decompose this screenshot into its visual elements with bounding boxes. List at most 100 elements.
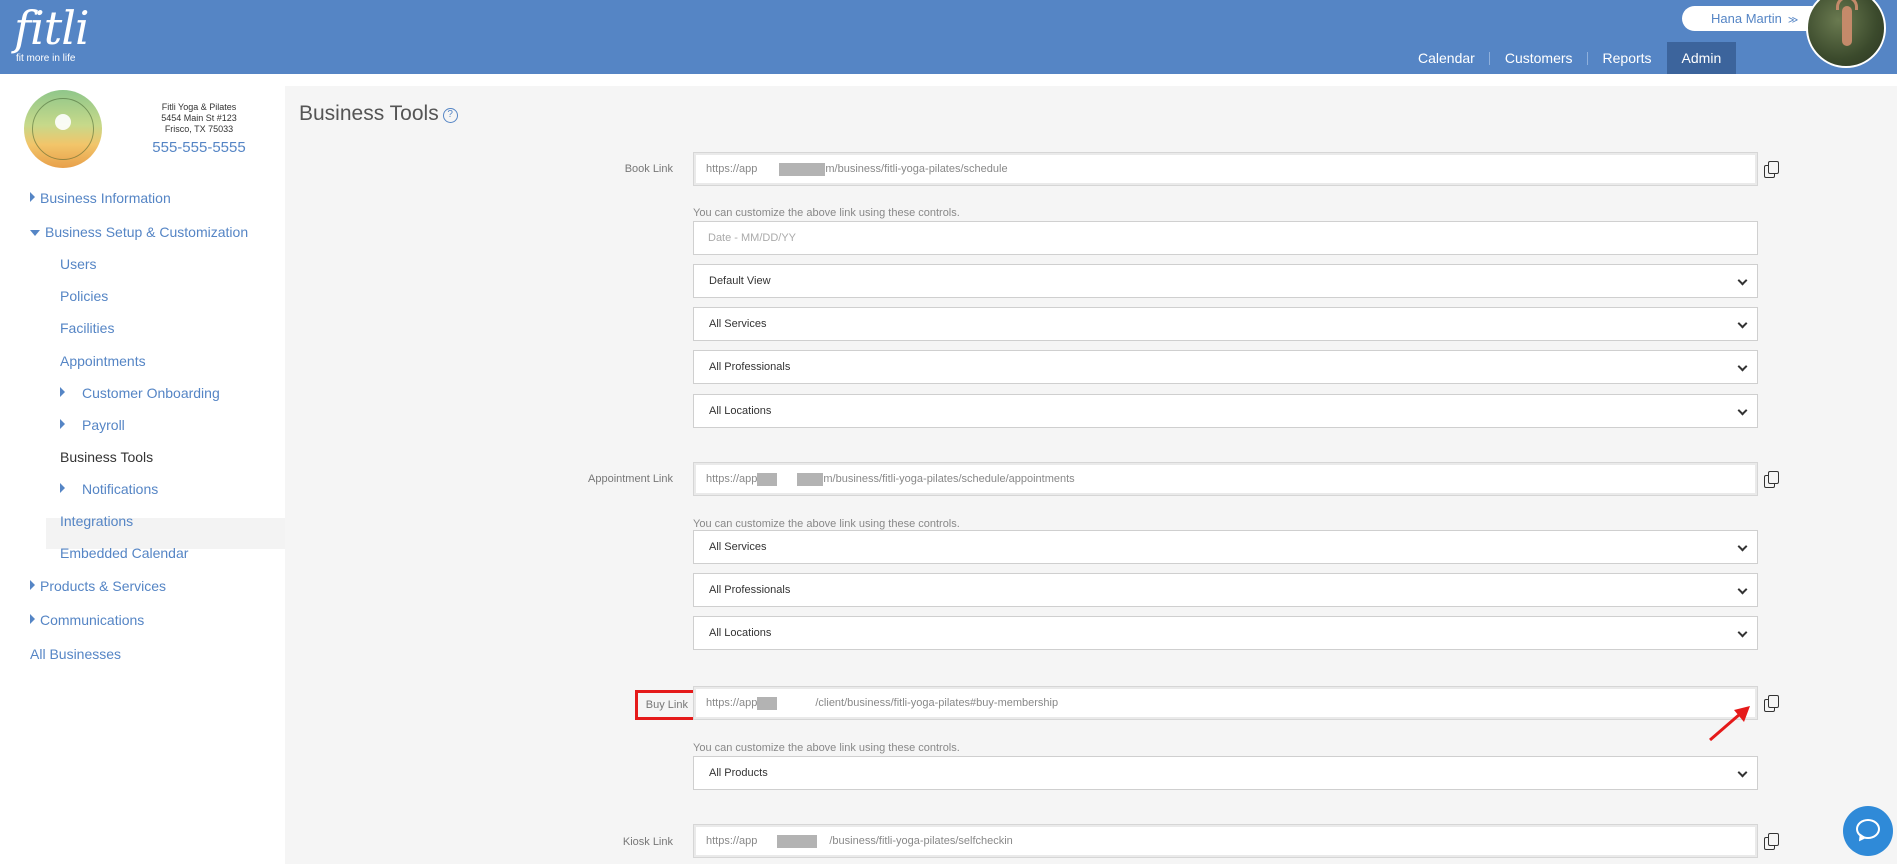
book-date-input[interactable]: Date - MM/DD/YY xyxy=(693,221,1758,255)
redacted-block xyxy=(757,472,778,486)
sidebar-item-label: Notifications xyxy=(82,481,159,497)
select-value: Default View xyxy=(709,275,771,287)
select-value: All Services xyxy=(709,318,767,330)
chevron-down-icon xyxy=(1737,275,1748,286)
sidebar-item-label: Business Setup & Customization xyxy=(45,224,249,240)
sidebar-item-label: Customer Onboarding xyxy=(82,385,220,401)
sidebar-item-notifications[interactable]: Notifications xyxy=(60,479,158,499)
redacted-block xyxy=(777,834,818,848)
url-prefix: https://app xyxy=(706,835,758,847)
copy-kiosk-link-icon[interactable] xyxy=(1764,833,1780,851)
appointment-locations-select[interactable]: All Locations xyxy=(693,616,1758,650)
chevron-down-icon xyxy=(1737,361,1748,372)
sidebar-item-policies[interactable]: Policies xyxy=(60,286,108,306)
nav-calendar[interactable]: Calendar xyxy=(1403,42,1490,74)
buy-link-label: Buy Link xyxy=(645,699,688,711)
book-services-select[interactable]: All Services xyxy=(693,307,1758,341)
sidebar-item-business-setup[interactable]: Business Setup & Customization xyxy=(30,222,248,242)
caret-right-icon xyxy=(60,387,65,397)
avatar[interactable] xyxy=(1806,0,1886,68)
fitli-logo[interactable]: fitli fit more in life xyxy=(14,1,90,64)
url-prefix: https://app xyxy=(706,697,758,709)
business-logo xyxy=(24,90,102,168)
redacted-block xyxy=(797,472,824,486)
sidebar-item-facilities[interactable]: Facilities xyxy=(60,318,114,338)
sidebar-item-payroll[interactable]: Payroll xyxy=(60,415,125,435)
nav-customers[interactable]: Customers xyxy=(1490,42,1588,74)
lotus-icon xyxy=(55,114,71,130)
chat-button[interactable] xyxy=(1843,806,1893,856)
page-title-text: Business Tools xyxy=(299,102,439,125)
user-name: Hana Martin xyxy=(1711,11,1782,26)
caret-right-icon xyxy=(30,614,35,624)
business-address-2: Frisco, TX 75033 xyxy=(164,124,234,134)
sidebar-item-integrations[interactable]: Integrations xyxy=(60,511,133,531)
select-value: All Locations xyxy=(709,627,772,639)
sidebar-item-business-tools[interactable]: Business Tools xyxy=(60,447,153,467)
caret-right-icon xyxy=(30,580,35,590)
red-arrow-icon xyxy=(1709,706,1750,742)
business-phone[interactable]: 555-555-5555 xyxy=(132,139,266,157)
appointment-professionals-select[interactable]: All Professionals xyxy=(693,573,1758,607)
appointment-services-select[interactable]: All Services xyxy=(693,530,1758,564)
select-value: All Services xyxy=(709,541,767,553)
caret-right-icon xyxy=(30,192,35,202)
help-icon[interactable]: ? xyxy=(442,108,458,123)
sidebar-item-appointments[interactable]: Appointments xyxy=(60,351,146,371)
user-menu[interactable]: Hana Martin ≫ xyxy=(1682,6,1822,31)
sidebar-item-products-services[interactable]: Products & Services xyxy=(30,576,166,596)
url-suffix: /business/fitli-yoga-pilates/selfcheckin xyxy=(829,835,1013,847)
chevron-down-icon xyxy=(1737,541,1748,552)
main-content: Business Tools? Book Link https://app m/… xyxy=(285,86,1897,864)
book-professionals-select[interactable]: All Professionals xyxy=(693,350,1758,384)
logo-wordmark: fitli xyxy=(14,1,90,55)
url-prefix: https://app xyxy=(706,473,758,485)
book-link-label: Book Link xyxy=(624,163,673,175)
appointment-link-field[interactable]: https://app m/business/fitli-yoga-pilate… xyxy=(693,462,1758,496)
nav-reports[interactable]: Reports xyxy=(1588,42,1667,74)
chevron-down-icon xyxy=(1737,627,1748,638)
buy-products-select[interactable]: All Products xyxy=(693,756,1758,790)
sidebar-item-users[interactable]: Users xyxy=(60,254,97,274)
select-value: All Products xyxy=(709,767,768,779)
url-suffix: /client/business/fitli-yoga-pilates#buy-… xyxy=(815,697,1059,709)
appointment-link-label: Appointment Link xyxy=(588,473,673,485)
sidebar-item-label: Business Information xyxy=(40,190,171,206)
caret-right-icon xyxy=(60,483,65,493)
sidebar-item-business-information[interactable]: Business Information xyxy=(30,188,171,208)
book-locations-select[interactable]: All Locations xyxy=(693,394,1758,428)
sidebar-item-label: Communications xyxy=(40,612,145,628)
buy-link-field[interactable]: https://app /client/business/fitli-yoga-… xyxy=(693,686,1758,720)
copy-appointment-link-icon[interactable] xyxy=(1764,471,1780,489)
sidebar-item-customer-onboarding[interactable]: Customer Onboarding xyxy=(60,383,220,403)
caret-down-icon xyxy=(30,230,40,236)
business-info: Fitli Yoga & Pilates 5454 Main St #123 F… xyxy=(132,102,266,157)
caret-right-icon xyxy=(60,419,65,429)
copy-buy-link-icon[interactable] xyxy=(1764,695,1780,713)
buy-hint: You can customize the above link using t… xyxy=(693,742,960,754)
redacted-block xyxy=(779,162,826,176)
nav-admin[interactable]: Admin xyxy=(1666,42,1737,74)
book-hint: You can customize the above link using t… xyxy=(693,207,960,219)
chevron-down-icon xyxy=(1737,405,1748,416)
kiosk-link-label: Kiosk Link xyxy=(622,836,673,848)
book-link-field[interactable]: https://app m/business/fitli-yoga-pilate… xyxy=(693,152,1758,186)
select-value: All Locations xyxy=(709,405,772,417)
redacted-block xyxy=(757,696,778,710)
chevron-down-icon xyxy=(1737,318,1748,329)
book-view-select[interactable]: Default View xyxy=(693,264,1758,298)
sidebar-item-all-businesses[interactable]: All Businesses xyxy=(30,644,121,664)
url-suffix: m/business/fitli-yoga-pilates/schedule xyxy=(825,163,1008,175)
sidebar-item-label: Products & Services xyxy=(40,578,167,594)
sidebar-item-communications[interactable]: Communications xyxy=(30,610,144,630)
url-suffix: m/business/fitli-yoga-pilates/schedule/a… xyxy=(823,473,1075,485)
kiosk-link-field[interactable]: https://app /business/fitli-yoga-pilates… xyxy=(693,824,1758,858)
sidebar-item-embedded-calendar[interactable]: Embedded Calendar xyxy=(60,543,188,563)
top-header: fitli fit more in life Hana Martin ≫ Cale… xyxy=(0,0,1897,74)
business-name: Fitli Yoga & Pilates xyxy=(161,102,237,112)
select-value: All Professionals xyxy=(709,361,791,373)
appointment-hint: You can customize the above link using t… xyxy=(693,518,960,530)
copy-book-link-icon[interactable] xyxy=(1764,161,1780,179)
select-value: All Professionals xyxy=(709,584,791,596)
avatar-figure xyxy=(1842,6,1852,46)
